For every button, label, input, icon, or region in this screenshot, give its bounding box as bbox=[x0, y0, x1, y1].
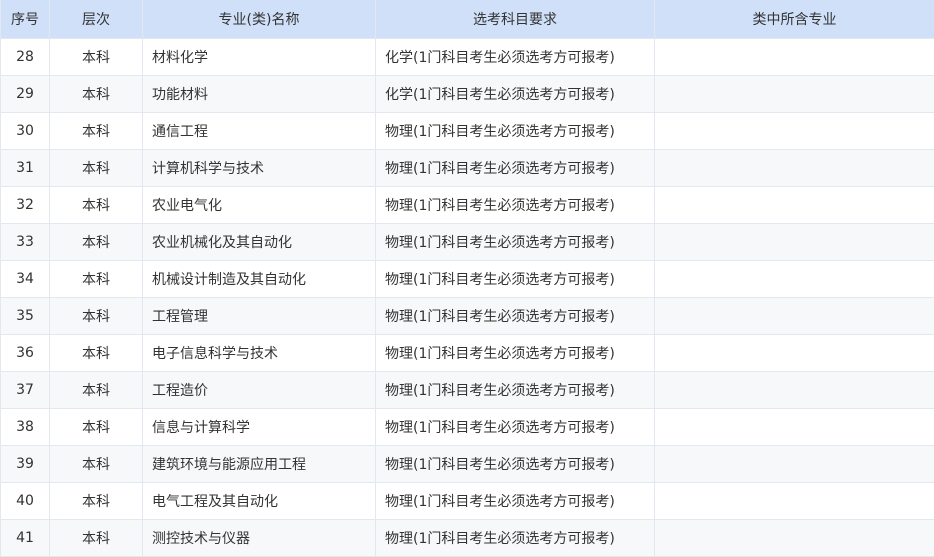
included-majors-cell bbox=[655, 335, 934, 372]
subject-requirement-cell: 化学(1门科目考生必须选考方可报考) bbox=[376, 39, 655, 76]
header-major-name: 专业(类)名称 bbox=[143, 0, 376, 39]
major-name-cell: 材料化学 bbox=[143, 39, 376, 76]
included-majors-cell bbox=[655, 76, 934, 113]
table-header: 序号 层次 专业(类)名称 选考科目要求 类中所含专业 bbox=[1, 0, 934, 39]
major-name-cell: 电子信息科学与技术 bbox=[143, 335, 376, 372]
serial-number-cell: 40 bbox=[1, 483, 50, 520]
table-row: 34本科机械设计制造及其自动化物理(1门科目考生必须选考方可报考) bbox=[1, 261, 934, 298]
major-name-cell: 建筑环境与能源应用工程 bbox=[143, 446, 376, 483]
subject-requirement-cell: 物理(1门科目考生必须选考方可报考) bbox=[376, 150, 655, 187]
table-row: 32本科农业电气化物理(1门科目考生必须选考方可报考) bbox=[1, 187, 934, 224]
included-majors-cell bbox=[655, 483, 934, 520]
table-row: 40本科电气工程及其自动化物理(1门科目考生必须选考方可报考) bbox=[1, 483, 934, 520]
level-cell: 本科 bbox=[50, 446, 143, 483]
serial-number-cell: 35 bbox=[1, 298, 50, 335]
serial-number-cell: 34 bbox=[1, 261, 50, 298]
subject-requirement-cell: 化学(1门科目考生必须选考方可报考) bbox=[376, 76, 655, 113]
level-cell: 本科 bbox=[50, 409, 143, 446]
level-cell: 本科 bbox=[50, 224, 143, 261]
serial-number-cell: 30 bbox=[1, 113, 50, 150]
level-cell: 本科 bbox=[50, 187, 143, 224]
table-row: 29本科功能材料化学(1门科目考生必须选考方可报考) bbox=[1, 76, 934, 113]
included-majors-cell bbox=[655, 39, 934, 76]
serial-number-cell: 29 bbox=[1, 76, 50, 113]
table-row: 39本科建筑环境与能源应用工程物理(1门科目考生必须选考方可报考) bbox=[1, 446, 934, 483]
level-cell: 本科 bbox=[50, 483, 143, 520]
serial-number-cell: 37 bbox=[1, 372, 50, 409]
included-majors-cell bbox=[655, 372, 934, 409]
major-name-cell: 农业电气化 bbox=[143, 187, 376, 224]
serial-number-cell: 31 bbox=[1, 150, 50, 187]
included-majors-cell bbox=[655, 409, 934, 446]
level-cell: 本科 bbox=[50, 261, 143, 298]
subject-requirement-cell: 物理(1门科目考生必须选考方可报考) bbox=[376, 483, 655, 520]
subject-requirement-cell: 物理(1门科目考生必须选考方可报考) bbox=[376, 409, 655, 446]
header-included-majors: 类中所含专业 bbox=[655, 0, 934, 39]
table-row: 38本科信息与计算科学物理(1门科目考生必须选考方可报考) bbox=[1, 409, 934, 446]
table-row: 36本科电子信息科学与技术物理(1门科目考生必须选考方可报考) bbox=[1, 335, 934, 372]
level-cell: 本科 bbox=[50, 39, 143, 76]
included-majors-cell bbox=[655, 261, 934, 298]
included-majors-cell bbox=[655, 113, 934, 150]
subject-requirement-cell: 物理(1门科目考生必须选考方可报考) bbox=[376, 335, 655, 372]
level-cell: 本科 bbox=[50, 113, 143, 150]
header-level: 层次 bbox=[50, 0, 143, 39]
major-name-cell: 通信工程 bbox=[143, 113, 376, 150]
table-row: 33本科农业机械化及其自动化物理(1门科目考生必须选考方可报考) bbox=[1, 224, 934, 261]
table-row: 37本科工程造价物理(1门科目考生必须选考方可报考) bbox=[1, 372, 934, 409]
included-majors-cell bbox=[655, 446, 934, 483]
subject-requirement-cell: 物理(1门科目考生必须选考方可报考) bbox=[376, 261, 655, 298]
level-cell: 本科 bbox=[50, 150, 143, 187]
level-cell: 本科 bbox=[50, 298, 143, 335]
major-name-cell: 计算机科学与技术 bbox=[143, 150, 376, 187]
subject-requirement-cell: 物理(1门科目考生必须选考方可报考) bbox=[376, 446, 655, 483]
major-name-cell: 工程造价 bbox=[143, 372, 376, 409]
major-requirements-table: 序号 层次 专业(类)名称 选考科目要求 类中所含专业 28本科材料化学化学(1… bbox=[0, 0, 934, 557]
header-row: 序号 层次 专业(类)名称 选考科目要求 类中所含专业 bbox=[1, 0, 934, 39]
included-majors-cell bbox=[655, 224, 934, 261]
major-name-cell: 工程管理 bbox=[143, 298, 376, 335]
subject-requirement-cell: 物理(1门科目考生必须选考方可报考) bbox=[376, 224, 655, 261]
major-name-cell: 机械设计制造及其自动化 bbox=[143, 261, 376, 298]
header-subject-requirement: 选考科目要求 bbox=[376, 0, 655, 39]
major-name-cell: 农业机械化及其自动化 bbox=[143, 224, 376, 261]
subject-requirement-cell: 物理(1门科目考生必须选考方可报考) bbox=[376, 187, 655, 224]
serial-number-cell: 28 bbox=[1, 39, 50, 76]
level-cell: 本科 bbox=[50, 372, 143, 409]
table-row: 28本科材料化学化学(1门科目考生必须选考方可报考) bbox=[1, 39, 934, 76]
serial-number-cell: 38 bbox=[1, 409, 50, 446]
included-majors-cell bbox=[655, 150, 934, 187]
level-cell: 本科 bbox=[50, 335, 143, 372]
serial-number-cell: 36 bbox=[1, 335, 50, 372]
header-serial-number: 序号 bbox=[1, 0, 50, 39]
subject-requirement-cell: 物理(1门科目考生必须选考方可报考) bbox=[376, 372, 655, 409]
table-row: 35本科工程管理物理(1门科目考生必须选考方可报考) bbox=[1, 298, 934, 335]
major-name-cell: 功能材料 bbox=[143, 76, 376, 113]
level-cell: 本科 bbox=[50, 76, 143, 113]
table-row: 31本科计算机科学与技术物理(1门科目考生必须选考方可报考) bbox=[1, 150, 934, 187]
serial-number-cell: 33 bbox=[1, 224, 50, 261]
subject-requirement-cell: 物理(1门科目考生必须选考方可报考) bbox=[376, 298, 655, 335]
included-majors-cell bbox=[655, 187, 934, 224]
major-name-cell: 信息与计算科学 bbox=[143, 409, 376, 446]
subject-requirement-cell: 物理(1门科目考生必须选考方可报考) bbox=[376, 113, 655, 150]
major-name-cell: 电气工程及其自动化 bbox=[143, 483, 376, 520]
table-row: 30本科通信工程物理(1门科目考生必须选考方可报考) bbox=[1, 113, 934, 150]
serial-number-cell: 32 bbox=[1, 187, 50, 224]
table-body: 28本科材料化学化学(1门科目考生必须选考方可报考)29本科功能材料化学(1门科… bbox=[1, 39, 934, 557]
included-majors-cell bbox=[655, 298, 934, 335]
serial-number-cell: 39 bbox=[1, 446, 50, 483]
